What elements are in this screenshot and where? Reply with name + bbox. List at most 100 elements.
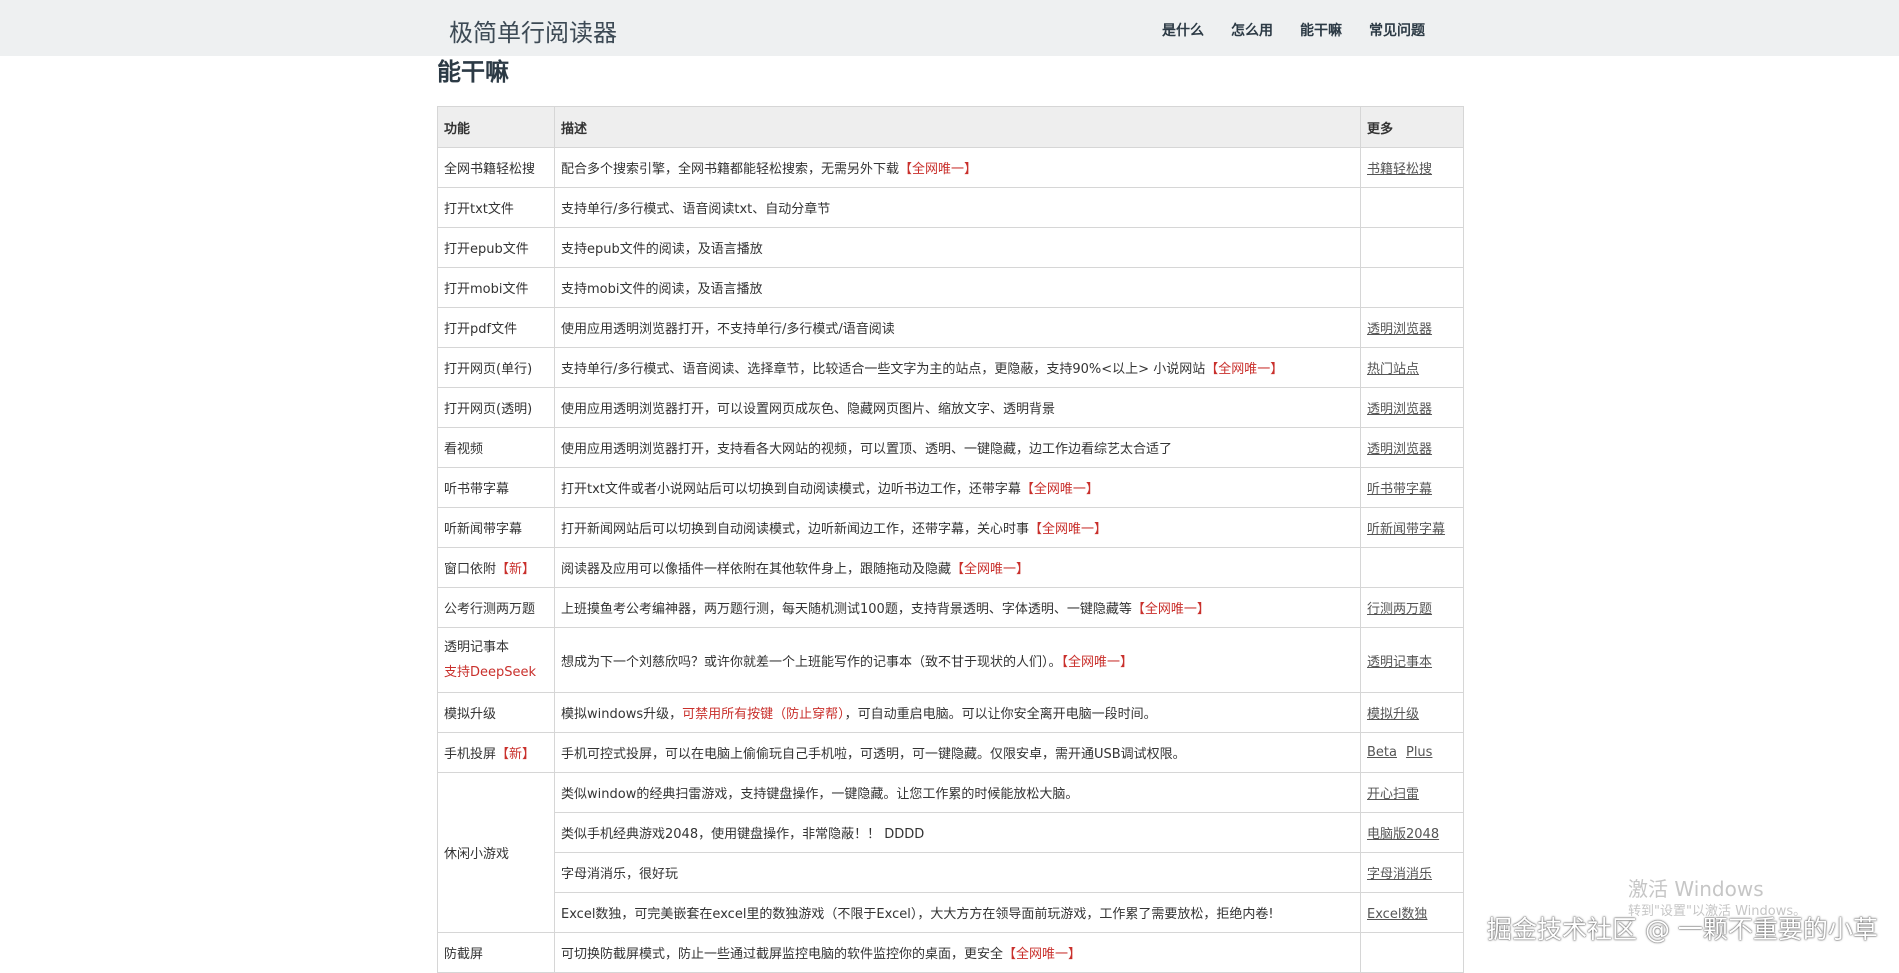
more-link[interactable]: 透明浏览器 — [1367, 322, 1432, 337]
windows-activation-watermark: 激活 Windows — [1628, 877, 1764, 901]
unique-badge: 【全网唯一】 — [1131, 602, 1210, 617]
more-link[interactable]: 透明浏览器 — [1367, 402, 1432, 417]
feature-name: 打开epub文件 — [444, 242, 529, 257]
table-row: 打开epub文件 支持epub文件的阅读，及语言播放 — [437, 227, 1464, 268]
feature-name: 休闲小游戏 — [444, 847, 510, 862]
description-text: Excel数独，可完美嵌套在excel里的数独游戏（不限于Excel），大大方方… — [561, 907, 1274, 922]
table-row: 打开txt文件 支持单行/多行模式、语音阅读txt、自动分章节 — [437, 187, 1464, 228]
description-cell: 阅读器及应用可以像插件一样依附在其他软件身上，跟随拖动及隐藏【全网唯一】 — [554, 547, 1361, 588]
feature-name: 公考行测两万题 — [444, 602, 536, 617]
table-row: 打开mobi文件 支持mobi文件的阅读，及语言播放 — [437, 267, 1464, 308]
more-link[interactable]: Excel数独 — [1367, 907, 1427, 922]
table-row: 窗口依附【新】 阅读器及应用可以像插件一样依附在其他软件身上，跟随拖动及隐藏【全网… — [437, 547, 1464, 588]
description-cell: 想成为下一个刘慈欣吗？或许你就差一个上班能写作的记事本（致不甘于现状的人们）。【… — [554, 627, 1361, 693]
description-text: 类似window的经典扫雷游戏，支持键盘操作，一键隐藏。让您工作累的时候能放松大… — [561, 787, 1079, 802]
more-cell: 透明浏览器 — [1360, 427, 1464, 468]
table-header-row: 功能 描述 更多 — [437, 106, 1464, 148]
more-cell: 模拟升级 — [1360, 692, 1464, 733]
description-text: 支持mobi文件的阅读，及语言播放 — [561, 282, 763, 297]
description-text: 打开txt文件或者小说网站后可以切换到自动阅读模式，边听书边工作，还带字幕 — [561, 482, 1021, 497]
nav-link-faq[interactable]: 常见问题 — [1369, 20, 1425, 40]
more-link[interactable]: 电脑版2048 — [1367, 827, 1439, 842]
more-cell: Beta Plus — [1360, 732, 1464, 773]
more-link[interactable]: 书籍轻松搜 — [1367, 162, 1432, 177]
more-link[interactable]: 行测两万题 — [1367, 602, 1432, 617]
more-link[interactable]: 热门站点 — [1367, 362, 1419, 377]
feature-cell: 听书带字幕 — [437, 467, 555, 508]
more-link[interactable]: 字母消消乐 — [1367, 867, 1432, 882]
more-cell — [1360, 547, 1464, 588]
more-cell: 透明浏览器 — [1360, 307, 1464, 348]
description-cell: 上班摸鱼考公考编神器，两万题行测，每天随机测试100题，支持背景透明、字体透明、… — [554, 587, 1361, 628]
description-cell: 模拟windows升级，可禁用所有按键（防止穿帮），可自动重启电脑。可以让你安全… — [554, 692, 1361, 733]
more-link[interactable]: 听新闻带字幕 — [1367, 522, 1445, 537]
description-cell: 可切换防截屏模式，防止一些通过截屏监控电脑的软件监控你的桌面，更安全【全网唯一】 — [554, 932, 1361, 973]
section-title: 能干嘛 — [437, 58, 509, 86]
feature-name: 看视频 — [444, 442, 484, 457]
more-cell: 透明记事本 — [1360, 627, 1464, 693]
more-cell: 听新闻带字幕 — [1360, 507, 1464, 548]
description-text: 支持epub文件的阅读，及语言播放 — [561, 242, 763, 257]
table-row: 字母消消乐，很好玩 字母消消乐 — [438, 852, 1464, 893]
column-header-more: 更多 — [1360, 106, 1464, 148]
feature-cell: 公考行测两万题 — [437, 587, 555, 628]
description-text: 想成为下一个刘慈欣吗？或许你就差一个上班能写作的记事本（致不甘于现状的人们）。 — [561, 654, 1062, 670]
description-cell: Excel数独，可完美嵌套在excel里的数独游戏（不限于Excel），大大方方… — [554, 892, 1361, 933]
description-cell: 支持epub文件的阅读，及语言播放 — [554, 227, 1361, 268]
unique-badge: 【全网唯一】 — [951, 562, 1030, 577]
more-cell: Excel数独 — [1360, 892, 1464, 933]
nav-link-features[interactable]: 能干嘛 — [1300, 20, 1342, 40]
more-link[interactable]: Beta — [1367, 745, 1397, 760]
feature-cell: 休闲小游戏 — [437, 772, 555, 933]
description-cell: 使用应用透明浏览器打开，不支持单行/多行模式/语音阅读 — [554, 307, 1361, 348]
more-link[interactable]: 听书带字幕 — [1367, 482, 1432, 497]
brand-title[interactable]: 极简单行阅读器 — [449, 13, 617, 48]
description-cell: 支持mobi文件的阅读，及语言播放 — [554, 267, 1361, 308]
description-text: 使用应用透明浏览器打开，可以设置网页成灰色、隐藏网页图片、缩放文字、透明背景 — [561, 402, 1056, 417]
table-row: 类似手机经典游戏2048，使用键盘操作，非常隐蔽！！ DDDD 电脑版2048 — [438, 812, 1464, 853]
more-cell: 开心扫雷 — [1360, 772, 1464, 813]
table-row: 公考行测两万题 上班摸鱼考公考编神器，两万题行测，每天随机测试100题，支持背景透… — [437, 587, 1464, 628]
unique-badge: 【全网唯一】 — [1205, 362, 1284, 377]
feature-name: 打开pdf文件 — [444, 322, 518, 337]
more-cell: 字母消消乐 — [1360, 852, 1464, 893]
feature-name: 听书带字幕 — [444, 482, 510, 497]
nav-link-what[interactable]: 是什么 — [1162, 20, 1204, 40]
description-text: 支持单行/多行模式、语音阅读、选择章节，比较适合一些文字为主的站点，更隐蔽，支持… — [561, 362, 1206, 377]
more-cell: 书籍轻松搜 — [1360, 147, 1464, 188]
feature-cell: 打开pdf文件 — [437, 307, 555, 348]
table-row: Excel数独，可完美嵌套在excel里的数独游戏（不限于Excel），大大方方… — [438, 892, 1464, 933]
description-text: 使用应用透明浏览器打开，不支持单行/多行模式/语音阅读 — [561, 322, 895, 337]
table-body: 全网书籍轻松搜 配合多个搜索引擎，全网书籍都能轻松搜索，无需另外下载【全网唯一】书… — [437, 147, 1464, 973]
feature-name: 打开网页(透明) — [444, 402, 533, 417]
description-text: 模拟windows升级， — [561, 707, 683, 722]
feature-cell: 手机投屏【新】 — [437, 732, 555, 773]
more-link[interactable]: 透明记事本 — [1367, 655, 1432, 670]
feature-cell: 防截屏 — [437, 932, 555, 973]
description-text: 可切换防截屏模式，防止一些通过截屏监控电脑的软件监控你的桌面，更安全 — [561, 947, 1004, 962]
column-header-feature: 功能 — [437, 106, 555, 148]
more-link[interactable]: 开心扫雷 — [1367, 787, 1419, 802]
table-row: 手机投屏【新】 手机可控式投屏，可以在电脑上偷偷玩自己手机啦，可透明，可一键隐藏。… — [437, 732, 1464, 773]
table-row: 听书带字幕 打开txt文件或者小说网站后可以切换到自动阅读模式，边听书边工作，还带… — [437, 467, 1464, 508]
table-row: 防截屏 可切换防截屏模式，防止一些通过截屏监控电脑的软件监控你的桌面，更安全【全网… — [437, 932, 1464, 973]
feature-name: 全网书籍轻松搜 — [444, 162, 536, 177]
feature-cell: 看视频 — [437, 427, 555, 468]
more-link[interactable]: 模拟升级 — [1367, 707, 1419, 722]
new-badge: 【新】 — [496, 562, 536, 577]
table-row: 全网书籍轻松搜 配合多个搜索引擎，全网书籍都能轻松搜索，无需另外下载【全网唯一】书… — [437, 147, 1464, 188]
feature-cell: 打开epub文件 — [437, 227, 555, 268]
description-text: 阅读器及应用可以像插件一样依附在其他软件身上，跟随拖动及隐藏 — [561, 562, 952, 577]
more-link[interactable]: 透明浏览器 — [1367, 442, 1432, 457]
description-cell: 支持单行/多行模式、语音阅读txt、自动分章节 — [554, 187, 1361, 228]
juejin-watermark: 掘金技术社区 @ 一颗不重要的小草 — [1487, 915, 1878, 944]
more-link[interactable]: Plus — [1406, 745, 1432, 760]
unique-badge: 【全网唯一】 — [1029, 522, 1108, 537]
description-cell: 类似手机经典游戏2048，使用键盘操作，非常隐蔽！！ DDDD — [554, 812, 1361, 853]
table-row: 听新闻带字幕 打开新闻网站后可以切换到自动阅读模式，边听新闻边工作，还带字幕，关心… — [437, 507, 1464, 548]
feature-cell: 打开mobi文件 — [437, 267, 555, 308]
description-text: 支持单行/多行模式、语音阅读txt、自动分章节 — [561, 202, 831, 217]
feature-name: 打开mobi文件 — [444, 282, 529, 297]
nav-link-howto[interactable]: 怎么用 — [1231, 20, 1273, 40]
table-row: 模拟升级 模拟windows升级，可禁用所有按键（防止穿帮），可自动重启电脑。可以… — [437, 692, 1464, 733]
